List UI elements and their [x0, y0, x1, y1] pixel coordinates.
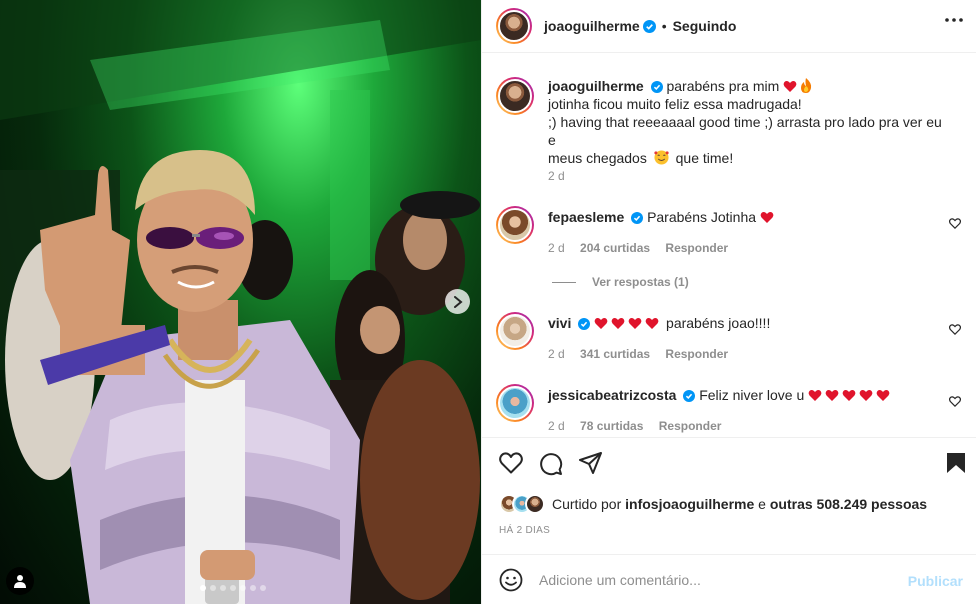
caption-line-4a: meus chegados: [548, 150, 647, 166]
comment-text: jessicabeatrizcosta Feliz niver love u: [548, 386, 948, 404]
comment-icon[interactable]: [539, 452, 563, 476]
comment-username[interactable]: jessicabeatrizcosta: [548, 387, 676, 403]
red-heart-emoji-icon: [628, 318, 642, 329]
chevron-right-icon: [453, 295, 463, 308]
comment-time: 2 d: [548, 347, 565, 361]
like-comment-heart-icon[interactable]: [949, 218, 961, 229]
post-date[interactable]: HÁ 2 DIAS: [499, 525, 550, 536]
verified-badge-icon: [650, 81, 663, 93]
red-heart-emoji-icon: [760, 212, 774, 223]
comment-avatar[interactable]: [496, 206, 534, 244]
carousel-dot: [250, 585, 256, 591]
red-heart-emoji-icon: [594, 318, 608, 329]
red-heart-emoji-icon: [825, 390, 839, 401]
post-side-panel: joaoguilherme • Seguindo joaoguilherme p…: [481, 0, 976, 604]
reply-button[interactable]: Responder: [659, 419, 722, 433]
comment-avatar[interactable]: [496, 312, 534, 350]
comment-content: Parabéns Jotinha: [647, 209, 757, 225]
comment-meta: 2 d 204 curtidas Responder: [548, 241, 740, 255]
caption-meta: 2 d: [548, 169, 577, 183]
liker-avatar: [525, 494, 545, 514]
post-photo[interactable]: [0, 0, 481, 604]
carousel-dot: [230, 585, 236, 591]
verified-badge-icon: [683, 390, 696, 402]
carousel-dot: [200, 585, 206, 591]
smiling-face-with-hearts-emoji-icon: [654, 150, 669, 165]
fire-emoji-icon: [801, 78, 812, 93]
view-replies-label: Ver respostas (1): [592, 275, 689, 289]
view-replies-button[interactable]: Ver respostas (1): [552, 275, 689, 289]
caption-line-2: jotinha ficou muito feliz essa madrugada…: [548, 96, 802, 112]
verified-badge-icon: [578, 318, 591, 330]
caption-line-1: parabéns pra mim: [666, 78, 780, 94]
red-heart-emoji-icon: [808, 390, 822, 401]
save-bookmark-icon[interactable]: [946, 452, 966, 474]
comment-content: Feliz niver love u: [699, 387, 805, 403]
caption-avatar[interactable]: [496, 77, 534, 115]
red-heart-emoji-icon: [859, 390, 873, 401]
party-photo-illustration: [0, 0, 481, 604]
liked-by: Curtido por infosjoaoguilherme e outras …: [499, 494, 927, 514]
carousel-indicator: [200, 585, 266, 591]
post-actions: Curtido por infosjoaoguilherme e outras …: [482, 437, 976, 554]
author-username[interactable]: joaoguilherme: [544, 18, 640, 34]
caption-username[interactable]: joaoguilherme: [548, 78, 644, 94]
liked-by-text: Curtido por infosjoaoguilherme e outras …: [552, 496, 927, 512]
comment-likes-count[interactable]: 204 curtidas: [580, 241, 650, 255]
verified-badge-icon: [642, 19, 656, 33]
comment-likes-count[interactable]: 341 curtidas: [580, 347, 650, 361]
red-heart-emoji-icon: [783, 81, 797, 92]
comment-time: 2 d: [548, 241, 565, 255]
carousel-dot: [260, 585, 266, 591]
comment-text: fepaesleme Parabéns Jotinha: [548, 208, 948, 226]
comments-list[interactable]: joaoguilherme parabéns pra mim jotinha f…: [482, 54, 976, 437]
like-heart-icon[interactable]: [499, 452, 523, 474]
comment-username[interactable]: vivi: [548, 315, 571, 331]
caption-time: 2 d: [548, 169, 565, 183]
liked-by-middle: e: [758, 496, 766, 512]
share-icon[interactable]: [579, 452, 602, 474]
red-heart-emoji-icon: [842, 390, 856, 401]
comment-meta: 2 d 341 curtidas Responder: [548, 347, 740, 361]
liked-by-user[interactable]: infosjoaoguilherme: [625, 496, 754, 512]
post-modal: joaoguilherme • Seguindo joaoguilherme p…: [0, 0, 976, 604]
comment-content: parabéns joao!!!!: [666, 315, 771, 331]
more-options-icon[interactable]: [945, 18, 963, 22]
comment-time: 2 d: [548, 419, 565, 433]
author-avatar[interactable]: [496, 8, 532, 44]
comment-avatar[interactable]: [496, 384, 534, 422]
red-heart-emoji-icon: [876, 390, 890, 401]
reply-button[interactable]: Responder: [665, 241, 728, 255]
red-heart-emoji-icon: [611, 318, 625, 329]
red-heart-emoji-icon: [645, 318, 659, 329]
reply-button[interactable]: Responder: [665, 347, 728, 361]
comment-input[interactable]: [539, 571, 899, 588]
tagged-users-button[interactable]: [6, 567, 34, 595]
publish-button[interactable]: Publicar: [908, 573, 963, 589]
comment-username[interactable]: fepaesleme: [548, 209, 624, 225]
post-header: joaoguilherme • Seguindo: [482, 0, 976, 53]
replies-divider: [552, 281, 576, 283]
liked-by-prefix: Curtido por: [552, 496, 622, 512]
following-button[interactable]: Seguindo: [673, 18, 737, 34]
like-comment-heart-icon[interactable]: [949, 324, 961, 335]
user-icon: [14, 575, 26, 588]
emoji-picker-icon[interactable]: [499, 568, 523, 592]
comment-text: vivi parabéns joao!!!!: [548, 314, 948, 332]
carousel-dot: [210, 585, 216, 591]
comment-meta: 2 d 78 curtidas Responder: [548, 419, 733, 433]
next-slide-button[interactable]: [445, 289, 470, 314]
verified-badge-icon: [631, 212, 644, 224]
caption-text: joaoguilherme parabéns pra mim jotinha f…: [548, 77, 948, 167]
carousel-dot: [240, 585, 246, 591]
likes-count[interactable]: outras 508.249 pessoas: [770, 496, 927, 512]
caption-line-3: ;) having that reeeaaaal good time ;) ar…: [548, 114, 942, 148]
add-comment-bar: Publicar: [482, 554, 976, 604]
like-comment-heart-icon[interactable]: [949, 396, 961, 407]
caption-line-4b: que time!: [675, 150, 734, 166]
carousel-dot: [220, 585, 226, 591]
comment-likes-count[interactable]: 78 curtidas: [580, 419, 643, 433]
header-separator: •: [661, 18, 667, 34]
